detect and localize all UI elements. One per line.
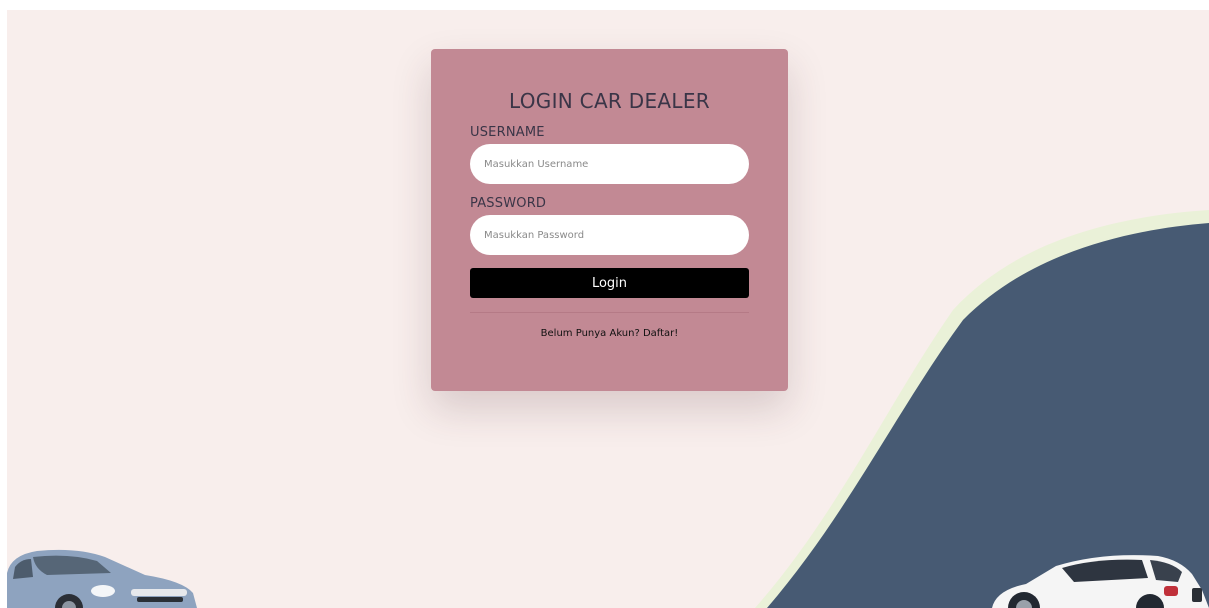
page-background: LOGIN CAR DEALER USERNAME PASSWORD Login… [7,10,1209,608]
divider [470,312,749,313]
car-image-right [992,555,1209,608]
password-label: PASSWORD [470,196,547,211]
login-card: LOGIN CAR DEALER USERNAME PASSWORD Login… [431,49,788,391]
username-label: USERNAME [470,125,545,140]
login-title: LOGIN CAR DEALER [509,89,710,113]
password-input[interactable] [470,215,749,255]
register-link[interactable]: Belum Punya Akun? Daftar! [470,328,749,339]
username-input[interactable] [470,144,749,184]
car-image-left [7,549,197,608]
login-button[interactable]: Login [470,268,749,298]
